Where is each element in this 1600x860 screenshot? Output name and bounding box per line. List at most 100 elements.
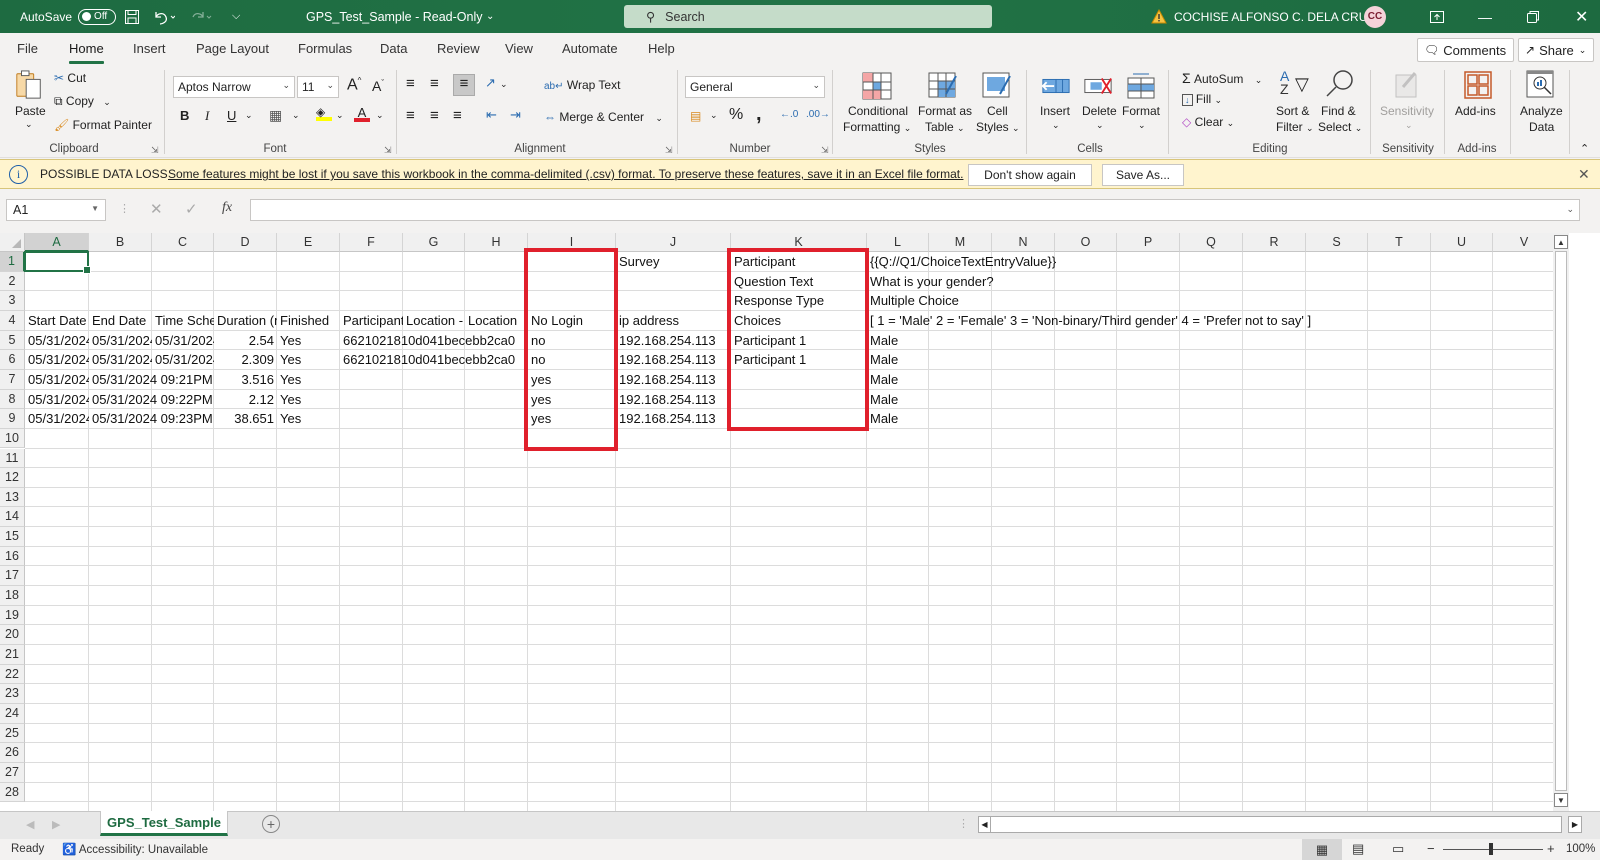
next-sheet-icon[interactable]: ▶: [52, 818, 60, 831]
chevron-down-icon[interactable]: ⌄: [245, 110, 253, 121]
column-header-V[interactable]: V: [1493, 233, 1556, 252]
row-header-12[interactable]: 12: [0, 468, 25, 488]
font-size-select[interactable]: 11 ⌄: [297, 76, 339, 98]
cell-D9[interactable]: 38.651: [214, 409, 277, 429]
tab-page-layout[interactable]: Page Layout: [196, 41, 269, 56]
cell-J4[interactable]: ip address: [616, 311, 731, 331]
column-header-J[interactable]: J: [616, 233, 731, 252]
column-header-P[interactable]: P: [1117, 233, 1180, 252]
row-header-23[interactable]: 23: [0, 684, 25, 704]
page-layout-view-icon[interactable]: ▤: [1352, 841, 1364, 857]
row-header-6[interactable]: 6: [0, 350, 25, 370]
align-bottom-icon[interactable]: ≡: [453, 74, 475, 96]
column-header-N[interactable]: N: [992, 233, 1055, 252]
close-infobar-icon[interactable]: ✕: [1578, 166, 1590, 183]
cell-H4[interactable]: Location: [465, 311, 528, 331]
tab-data[interactable]: Data: [380, 41, 407, 56]
tab-view[interactable]: View: [505, 41, 533, 56]
cut-button[interactable]: ✂ Cut: [54, 71, 86, 85]
cell-A9[interactable]: 05/31/2024: [25, 409, 89, 429]
row-header-24[interactable]: 24: [0, 703, 25, 724]
cell-B8[interactable]: 05/31/2024 09:22PM: [89, 390, 213, 410]
fill-color-icon[interactable]: ◈: [316, 105, 332, 121]
cell-A5[interactable]: 05/31/2024: [25, 331, 89, 351]
font-color-icon[interactable]: A: [354, 105, 370, 122]
cell-L1[interactable]: {{Q://Q1/ChoiceTextEntryValue}}: [867, 252, 1056, 272]
cell-A6[interactable]: 05/31/2024: [25, 350, 89, 370]
zoom-slider-thumb[interactable]: [1489, 843, 1493, 855]
align-middle-icon[interactable]: ≡: [430, 75, 439, 92]
cell-J6[interactable]: 192.168.254.113: [616, 350, 731, 370]
decrease-indent-icon[interactable]: ⇤: [486, 107, 497, 123]
tab-insert[interactable]: Insert: [133, 41, 166, 56]
cell-J7[interactable]: 192.168.254.113: [616, 370, 731, 390]
save-icon[interactable]: [124, 0, 140, 33]
cell-E9[interactable]: Yes: [277, 409, 340, 429]
cancel-formula-icon[interactable]: ✕: [150, 200, 163, 218]
borders-icon[interactable]: ▦: [269, 107, 282, 124]
increase-decimal-icon[interactable]: ←.0: [780, 109, 798, 120]
split-handle-icon[interactable]: ⋮: [958, 817, 969, 830]
autosave-toggle[interactable]: Off: [78, 8, 117, 25]
cell-B5[interactable]: 05/31/2024: [89, 331, 152, 351]
prev-sheet-icon[interactable]: ◀: [26, 818, 34, 831]
align-center-icon[interactable]: ≡: [430, 107, 439, 124]
chevron-down-icon[interactable]: ⌄: [292, 110, 300, 121]
tab-file[interactable]: File: [17, 41, 38, 56]
dialog-launcher-icon[interactable]: ⇲: [665, 145, 673, 156]
cell-C5[interactable]: 05/31/2024: [152, 331, 214, 351]
customize-toolbar-icon[interactable]: ⌵: [232, 0, 240, 33]
horizontal-scrollbar[interactable]: ◀: [978, 816, 1562, 833]
spreadsheet-grid[interactable]: A B C D E F G H I J K L M N O P Q R S T U V 1 2 3 4 5 6 7 8 9 10 11 12 13 1…: [0, 233, 1600, 811]
cell-G4[interactable]: Location -: [403, 311, 465, 331]
document-title[interactable]: GPS_Test_Sample - Read-Only ⌄: [306, 0, 494, 33]
accounting-format-icon[interactable]: ▤: [690, 109, 701, 123]
cell-J1[interactable]: Survey: [616, 252, 731, 272]
cell-L3[interactable]: Multiple Choice: [867, 291, 959, 311]
undo-icon[interactable]: [153, 0, 175, 33]
cell-A7[interactable]: 05/31/2024: [25, 370, 89, 390]
decrease-decimal-icon[interactable]: .00→: [806, 109, 830, 120]
normal-view-icon[interactable]: ▦: [1302, 839, 1342, 860]
vertical-scrollbar[interactable]: ▲ ▼: [1553, 233, 1569, 811]
cell-J9[interactable]: 192.168.254.113: [616, 409, 731, 429]
font-name-select[interactable]: Aptos Narrow ⌄: [173, 76, 295, 98]
align-right-icon[interactable]: ≡: [453, 107, 462, 124]
cell-L7[interactable]: Male: [867, 370, 929, 390]
row-header-22[interactable]: 22: [0, 664, 25, 685]
add-sheet-icon[interactable]: +: [262, 815, 280, 833]
scroll-down-icon[interactable]: ▼: [1554, 793, 1568, 807]
column-header-H[interactable]: H: [465, 233, 528, 252]
cell-L5[interactable]: Male: [867, 331, 929, 351]
search-box[interactable]: ⚲ Search: [624, 5, 992, 28]
scroll-up-icon[interactable]: ▲: [1554, 235, 1568, 249]
cell-C6[interactable]: 05/31/2024: [152, 350, 214, 370]
column-header-F[interactable]: F: [340, 233, 403, 252]
row-header-1[interactable]: 1: [0, 252, 25, 272]
infobar-message-link[interactable]: Some features might be lost if you save …: [168, 167, 963, 181]
column-header-A[interactable]: A: [25, 233, 89, 252]
cell-D4[interactable]: Duration (min): [214, 311, 277, 331]
row-header-17[interactable]: 17: [0, 566, 25, 587]
increase-indent-icon[interactable]: ⇥: [510, 107, 521, 123]
comments-button[interactable]: 🗨 Comments: [1417, 38, 1514, 62]
autosum-button[interactable]: Σ AutoSum ⌄: [1182, 70, 1262, 86]
cell-J8[interactable]: 192.168.254.113: [616, 390, 731, 410]
expand-formula-icon[interactable]: ⌄: [1566, 204, 1574, 215]
number-format-select[interactable]: General ⌄: [685, 76, 825, 98]
row-header-7[interactable]: 7: [0, 369, 25, 390]
row-header-4[interactable]: 4: [0, 310, 25, 331]
cell-L9[interactable]: Male: [867, 409, 929, 429]
autosave[interactable]: AutoSave Off: [20, 0, 117, 33]
wrap-text-button[interactable]: ab↵ Wrap Text: [544, 78, 620, 92]
column-header-M[interactable]: M: [929, 233, 992, 252]
clear-button[interactable]: ◇ Clear ⌄: [1182, 115, 1234, 129]
comma-style-button[interactable]: ,: [756, 103, 762, 126]
cell-E6[interactable]: Yes: [277, 350, 340, 370]
cell-F4[interactable]: Participant ID: [340, 311, 403, 331]
cell-D7[interactable]: 3.516: [214, 370, 277, 390]
row-header-3[interactable]: 3: [0, 291, 25, 311]
zoom-level[interactable]: 100%: [1566, 843, 1595, 855]
chevron-down-icon[interactable]: ⌄: [500, 79, 508, 90]
column-header-T[interactable]: T: [1368, 233, 1431, 252]
